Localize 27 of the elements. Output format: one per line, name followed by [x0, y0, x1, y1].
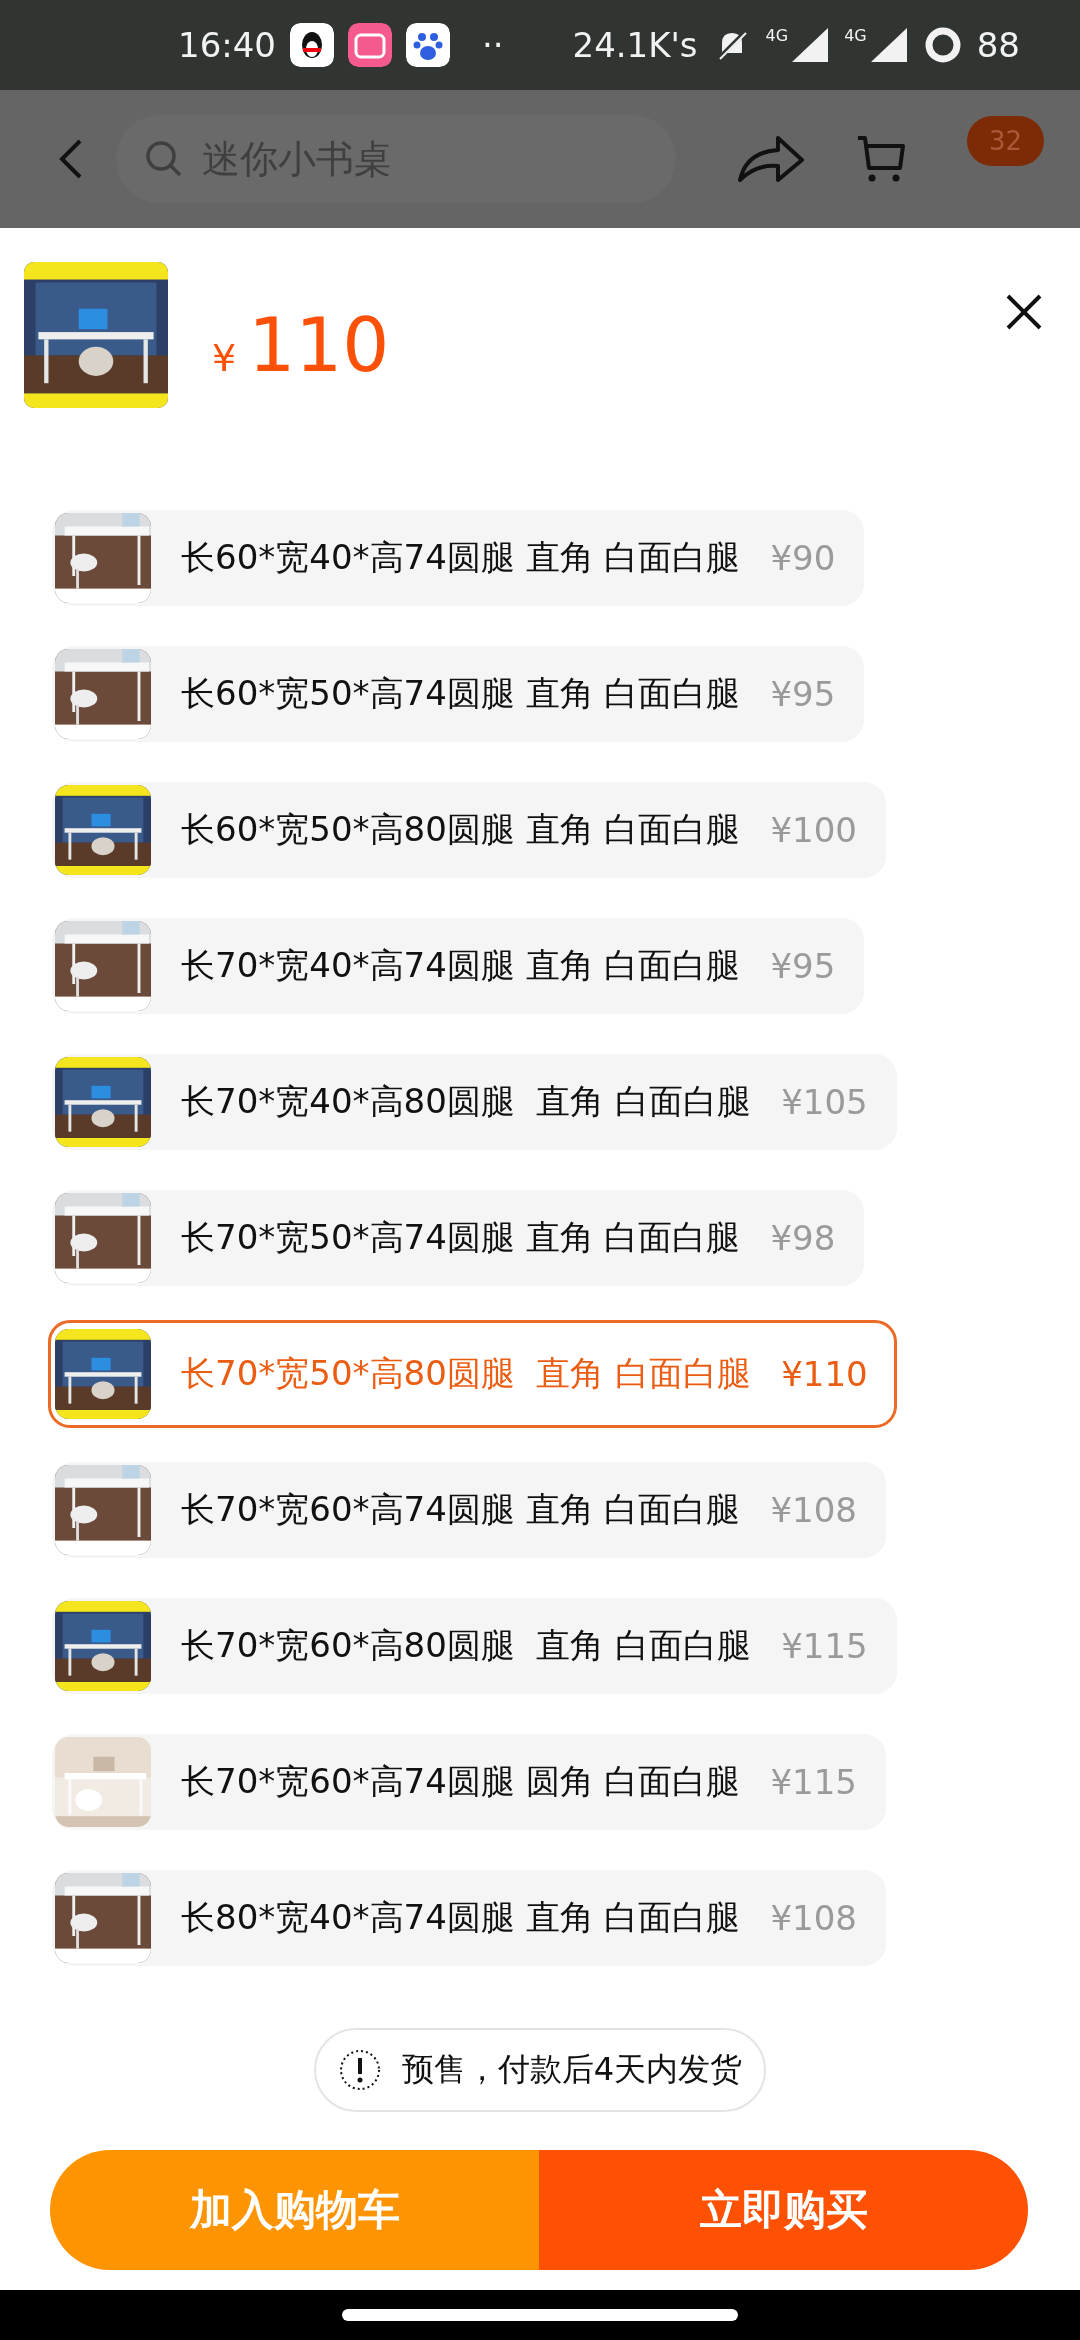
variant-option[interactable]: 长70*宽60*高74圆腿 圆角 白面白腿 ¥115	[52, 1734, 886, 1830]
currency-symbol: ¥	[212, 336, 237, 380]
variant-option[interactable]: 长60*宽50*高80圆腿 直角 白面白腿 ¥100	[52, 782, 886, 878]
penguin-icon	[290, 23, 334, 67]
shipping-notice: 预售，付款后4天内发货	[401, 2049, 743, 2090]
notification-dots: ··	[482, 25, 504, 65]
variant-option[interactable]: 长60*宽50*高74圆腿 直角 白面白腿 ¥95	[52, 646, 865, 742]
variant-option[interactable]: 长70*宽40*高80圆腿 直角 白面白腿 ¥105	[52, 1054, 897, 1150]
variant-option[interactable]: 长70*宽50*高74圆腿 直角 白面白腿 ¥98	[52, 1190, 865, 1286]
network-type: 4G	[844, 26, 867, 45]
info-icon	[337, 2048, 382, 2092]
product-price: 110	[248, 302, 390, 388]
variant-option[interactable]: 长70*宽40*高74圆腿 直角 白面白腿 ¥95	[52, 918, 865, 1014]
search-icon	[144, 139, 184, 179]
paw-icon	[406, 23, 450, 67]
variant-option[interactable]: 长60*宽40*高74圆腿 直角 白面白腿 ¥90	[52, 510, 865, 606]
variant-option[interactable]: 长70*宽60*高80圆腿 直角 白面白腿 ¥115	[52, 1598, 897, 1694]
network-speed: 24.1K's	[572, 25, 698, 65]
cart-icon[interactable]	[856, 134, 906, 184]
close-icon[interactable]	[1004, 292, 1044, 332]
share-icon[interactable]	[736, 134, 806, 184]
clock: 16:40	[178, 25, 276, 65]
signal-icon	[790, 26, 831, 64]
network-type: 4G	[765, 26, 789, 45]
variant-option[interactable]: 长80*宽40*高74圆腿 直角 白面白腿 ¥108	[52, 1870, 886, 1966]
variant-option[interactable]: 长70*宽60*高74圆腿 直角 白面白腿 ¥108	[52, 1462, 886, 1558]
battery-level: 88	[976, 25, 1020, 65]
